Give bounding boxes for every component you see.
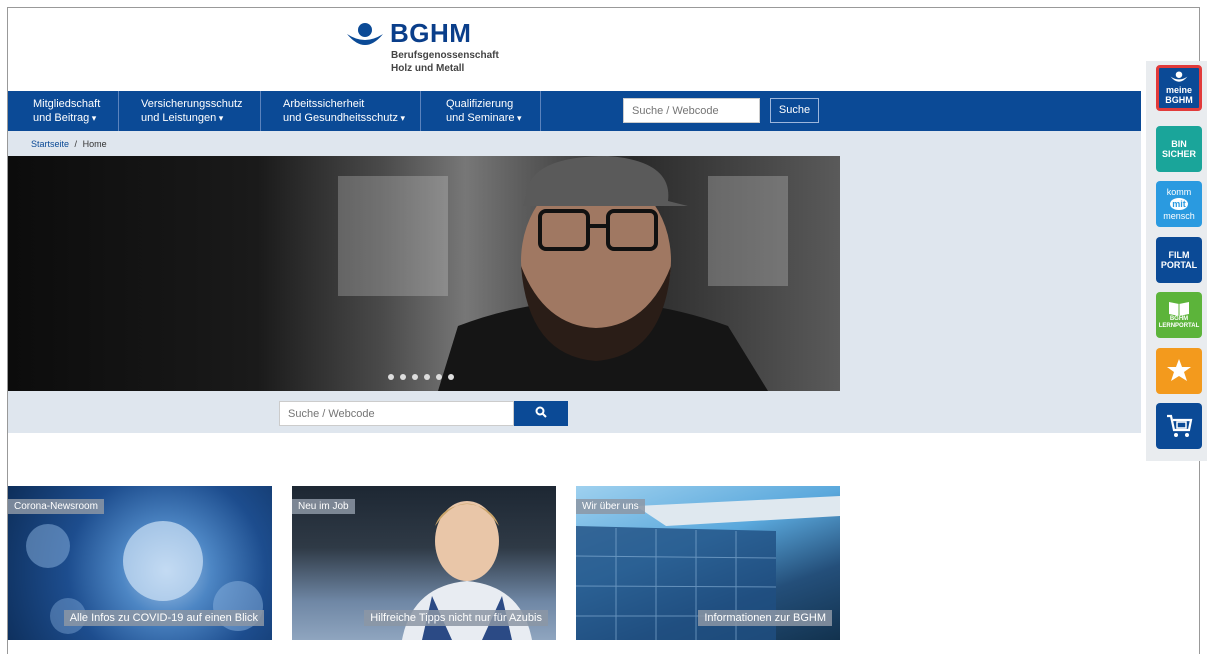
rail-label: meine: [1165, 85, 1192, 95]
bin-sicher-button[interactable]: BIN SICHER: [1156, 126, 1202, 172]
rail-label: LERNPORTAL: [1158, 323, 1200, 329]
nav-item-line1: Arbeitssicherheit: [283, 98, 365, 110]
main-search-button[interactable]: [514, 401, 568, 426]
slider-dots[interactable]: [388, 374, 454, 380]
nav-item-versicherungsschutz[interactable]: Versicherungsschutz und Leistungen: [141, 91, 243, 131]
breadcrumb-start-link[interactable]: Startseite: [31, 139, 69, 149]
rail-label: SICHER: [1161, 149, 1196, 159]
teaser-neu-im-job[interactable]: Neu im Job Hilfreiche Tipps nicht nur fü…: [292, 486, 556, 640]
search-icon: [535, 406, 547, 418]
slider-dot[interactable]: [448, 374, 454, 380]
nav-item-line2: und Leistungen: [141, 111, 243, 125]
nav-item-mitgliedschaft[interactable]: Mitgliedschaft und Beitrag: [33, 91, 100, 131]
teaser-caption[interactable]: Informationen zur BGHM: [698, 610, 832, 626]
hero-slider-image[interactable]: [8, 156, 840, 391]
rail-label: BGHM: [1169, 316, 1189, 322]
film-portal-button[interactable]: FILM PORTAL: [1156, 237, 1202, 283]
slider-dot[interactable]: [436, 374, 442, 380]
bghm-logo-icon: [347, 23, 383, 45]
slider-dot[interactable]: [412, 374, 418, 380]
rail-label: PORTAL: [1160, 260, 1198, 270]
nav-divider: [420, 91, 421, 131]
breadcrumb-separator: /: [74, 139, 78, 149]
rail-label: mit: [1170, 198, 1188, 210]
bghm-logo-icon: [1170, 71, 1188, 82]
teaser-caption[interactable]: Hilfreiche Tipps nicht nur für Azubis: [364, 610, 548, 626]
nav-search-input[interactable]: [623, 98, 760, 123]
meine-bghm-button[interactable]: meine BGHM: [1156, 65, 1202, 111]
star-award-button[interactable]: [1156, 348, 1202, 394]
nav-divider: [540, 91, 541, 131]
nav-search-button[interactable]: Suche: [770, 98, 819, 123]
logo-subtitle-2: Holz und Metall: [391, 63, 465, 74]
hero-side-panel: [840, 156, 1141, 391]
book-icon: [1169, 302, 1189, 316]
search-band: [8, 391, 1141, 433]
breadcrumb: Startseite / Home: [8, 131, 1141, 156]
main-search-input[interactable]: [279, 401, 514, 426]
shopping-cart-icon: [1167, 414, 1193, 437]
breadcrumb-current: Home: [82, 139, 107, 149]
teaser-tag: Corona-Newsroom: [8, 499, 104, 514]
quicklink-rail: meine BGHM BIN SICHER komm mit mensch FI…: [1146, 61, 1207, 461]
nav-item-line2: und Seminare: [446, 111, 522, 125]
nav-item-line2: und Gesundheitsschutz: [283, 111, 405, 125]
nav-item-qualifizierung[interactable]: Qualifizierung und Seminare: [446, 91, 522, 131]
logo-subtitle-1: Berufsgenossenschaft: [391, 50, 499, 61]
teaser-tag: Neu im Job: [292, 499, 355, 514]
slider-dot[interactable]: [400, 374, 406, 380]
nav-divider: [260, 91, 261, 131]
rail-label: BIN: [1171, 139, 1187, 149]
hero-portrait-illustration: [338, 156, 788, 391]
nav-item-arbeitssicherheit[interactable]: Arbeitssicherheit und Gesundheitsschutz: [283, 91, 405, 131]
rail-label: mensch: [1163, 211, 1195, 221]
nav-item-line1: Qualifizierung: [446, 98, 514, 110]
teaser-caption[interactable]: Alle Infos zu COVID-19 auf einen Blick: [63, 610, 264, 626]
rail-label: BGHM: [1165, 95, 1193, 105]
teaser-wir-ueber-uns[interactable]: Wir über uns Informationen zur BGHM: [576, 486, 840, 640]
teaser-tag: Wir über uns: [576, 499, 645, 514]
lernportal-button[interactable]: BGHM LERNPORTAL: [1156, 292, 1202, 338]
rail-label: komm: [1166, 187, 1192, 197]
bghm-logo[interactable]: BGHM Berufsgenossenschaft Holz und Metal…: [345, 18, 515, 80]
komm-mit-mensch-button[interactable]: komm mit mensch: [1156, 181, 1202, 227]
slider-dot[interactable]: [388, 374, 394, 380]
slider-dot[interactable]: [424, 374, 430, 380]
teaser-corona[interactable]: Corona-Newsroom Alle Infos zu COVID-19 a…: [8, 486, 272, 640]
rail-label: FILM: [1168, 250, 1190, 260]
nav-item-line2: und Beitrag: [33, 111, 100, 125]
shop-cart-button[interactable]: [1156, 403, 1202, 449]
nav-item-line1: Versicherungsschutz: [141, 98, 243, 110]
nav-divider: [118, 91, 119, 131]
main-navigation: Mitgliedschaft und Beitrag Versicherungs…: [8, 91, 1141, 131]
nav-item-line1: Mitgliedschaft: [33, 98, 101, 110]
logo-brand: BGHM: [390, 18, 472, 48]
star-icon: [1167, 359, 1191, 381]
